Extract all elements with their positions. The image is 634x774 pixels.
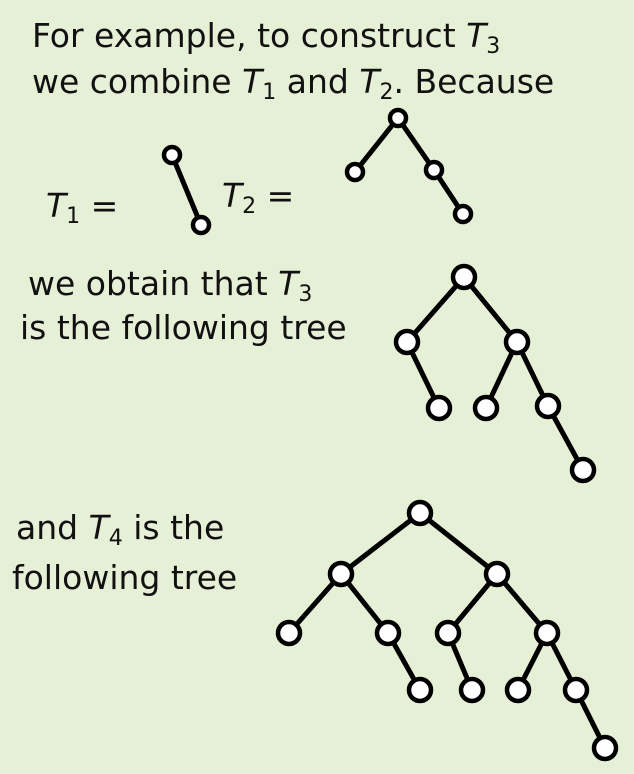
tree-t4-node xyxy=(591,734,619,762)
tree-t4-node xyxy=(504,676,532,704)
tree-t1-root-node xyxy=(161,144,183,166)
tree-t4-node xyxy=(562,676,590,704)
tree-t3-node xyxy=(472,394,500,422)
tree-t3-node xyxy=(534,392,562,420)
tree-t2-node xyxy=(344,161,366,183)
tree-t1 xyxy=(161,144,212,236)
tree-t3 xyxy=(393,263,597,484)
tree-t2-node xyxy=(423,159,445,181)
tree-t4-root-node xyxy=(406,499,434,527)
tree-t2 xyxy=(344,107,474,225)
tree-t2-edge xyxy=(352,115,401,175)
tree-t3-node xyxy=(503,328,531,356)
tree-t2-node xyxy=(452,203,474,225)
tree-t4-node xyxy=(483,560,511,588)
tree-t3-node xyxy=(393,328,421,356)
tree-t4-node xyxy=(533,619,561,647)
tree-t4-node xyxy=(374,619,402,647)
tree-t1-child-node xyxy=(190,214,212,236)
tree-diagrams xyxy=(161,107,619,762)
tree-t3-root-node xyxy=(450,263,478,291)
tree-t4-edge xyxy=(338,510,423,577)
tree-t1-edge xyxy=(169,152,204,228)
tree-t3-node xyxy=(425,394,453,422)
tree-t4-node xyxy=(458,676,486,704)
tree-t4-edge xyxy=(417,510,500,577)
tree-t4-node xyxy=(406,676,434,704)
tree-t2-root-node xyxy=(387,107,409,129)
tree-t4-node xyxy=(327,560,355,588)
tree-t4 xyxy=(275,499,619,762)
tree-t3-node xyxy=(569,456,597,484)
tree-t4-node xyxy=(275,619,303,647)
tree-t4-node xyxy=(434,619,462,647)
